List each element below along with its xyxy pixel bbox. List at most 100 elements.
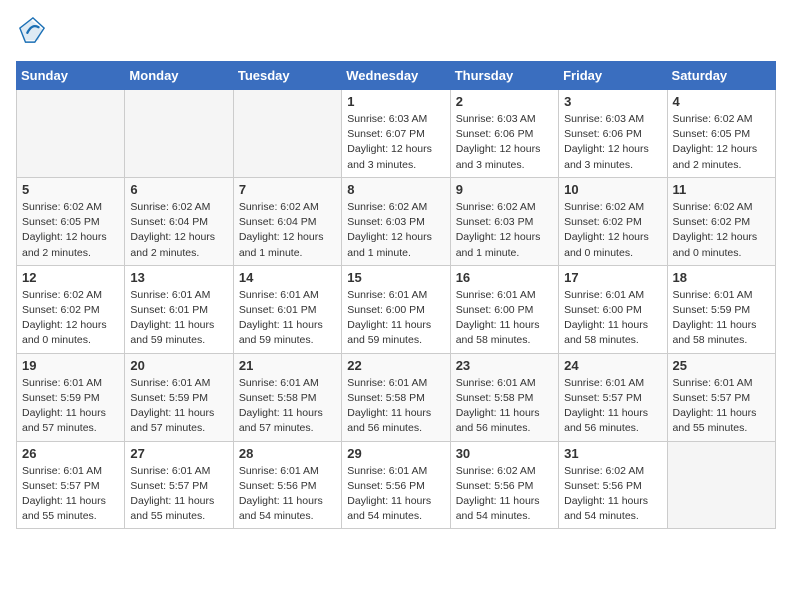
week-row-2: 5Sunrise: 6:02 AM Sunset: 6:05 PM Daylig… — [17, 177, 776, 265]
weekday-header-friday: Friday — [559, 62, 667, 90]
calendar-cell: 15Sunrise: 6:01 AM Sunset: 6:00 PM Dayli… — [342, 265, 450, 353]
day-number: 24 — [564, 358, 661, 373]
weekday-header-sunday: Sunday — [17, 62, 125, 90]
day-number: 5 — [22, 182, 119, 197]
calendar-cell: 19 Sunrise: 6:01 AM Sunset: 5:59 PM Dayli… — [17, 353, 125, 441]
calendar-cell: 17Sunrise: 6:01 AM Sunset: 6:00 PM Dayli… — [559, 265, 667, 353]
calendar-cell: 21 Sunrise: 6:01 AM Sunset: 5:58 PM Dayli… — [233, 353, 341, 441]
day-info: Sunrise: 6:02 AM Sunset: 6:03 PM Dayligh… — [456, 200, 553, 261]
day-info: Sunrise: 6:02 AM Sunset: 5:56 PM Dayligh… — [564, 464, 661, 525]
calendar-cell: 11 Sunrise: 6:02 AM Sunset: 6:02 PM Dayli… — [667, 177, 775, 265]
day-number: 12 — [22, 270, 119, 285]
day-info: Sunrise: 6:01 AM Sunset: 5:56 PM Dayligh… — [347, 464, 444, 525]
day-number: 2 — [456, 94, 553, 109]
logo-icon — [18, 16, 46, 44]
calendar-cell: 31 Sunrise: 6:02 AM Sunset: 5:56 PM Dayli… — [559, 441, 667, 529]
calendar-cell: 30 Sunrise: 6:02 AM Sunset: 5:56 PM Dayli… — [450, 441, 558, 529]
day-number: 25 — [673, 358, 770, 373]
calendar-cell: 1 Sunrise: 6:03 AM Sunset: 6:07 PM Daylig… — [342, 90, 450, 178]
calendar-cell: 5Sunrise: 6:02 AM Sunset: 6:05 PM Daylig… — [17, 177, 125, 265]
day-number: 8 — [347, 182, 444, 197]
week-row-5: 26 Sunrise: 6:01 AM Sunset: 5:57 PM Dayli… — [17, 441, 776, 529]
calendar-cell: 27 Sunrise: 6:01 AM Sunset: 5:57 PM Dayli… — [125, 441, 233, 529]
calendar-table: SundayMondayTuesdayWednesdayThursdayFrid… — [16, 61, 776, 529]
day-number: 9 — [456, 182, 553, 197]
calendar-cell: 20 Sunrise: 6:01 AM Sunset: 5:59 PM Dayli… — [125, 353, 233, 441]
calendar-cell: 24 Sunrise: 6:01 AM Sunset: 5:57 PM Dayli… — [559, 353, 667, 441]
calendar-cell: 26 Sunrise: 6:01 AM Sunset: 5:57 PM Dayli… — [17, 441, 125, 529]
day-number: 1 — [347, 94, 444, 109]
day-number: 20 — [130, 358, 227, 373]
day-info: Sunrise: 6:02 AM Sunset: 6:02 PM Dayligh… — [22, 288, 119, 349]
day-number: 22 — [347, 358, 444, 373]
day-info: Sunrise: 6:03 AM Sunset: 6:06 PM Dayligh… — [456, 112, 553, 173]
day-info: Sunrise: 6:01 AM Sunset: 5:59 PM Dayligh… — [22, 376, 119, 437]
day-number: 21 — [239, 358, 336, 373]
day-info: Sunrise: 6:01 AM Sunset: 6:00 PM Dayligh… — [456, 288, 553, 349]
calendar-cell: 25 Sunrise: 6:01 AM Sunset: 5:57 PM Dayli… — [667, 353, 775, 441]
calendar-cell: 7Sunrise: 6:02 AM Sunset: 6:04 PM Daylig… — [233, 177, 341, 265]
weekday-header-wednesday: Wednesday — [342, 62, 450, 90]
day-info: Sunrise: 6:01 AM Sunset: 5:58 PM Dayligh… — [239, 376, 336, 437]
week-row-4: 19 Sunrise: 6:01 AM Sunset: 5:59 PM Dayli… — [17, 353, 776, 441]
calendar-cell: 16Sunrise: 6:01 AM Sunset: 6:00 PM Dayli… — [450, 265, 558, 353]
day-info: Sunrise: 6:01 AM Sunset: 5:57 PM Dayligh… — [564, 376, 661, 437]
calendar-cell: 2 Sunrise: 6:03 AM Sunset: 6:06 PM Daylig… — [450, 90, 558, 178]
calendar-cell: 29Sunrise: 6:01 AM Sunset: 5:56 PM Dayli… — [342, 441, 450, 529]
day-info: Sunrise: 6:01 AM Sunset: 5:57 PM Dayligh… — [130, 464, 227, 525]
day-info: Sunrise: 6:01 AM Sunset: 5:59 PM Dayligh… — [673, 288, 770, 349]
weekday-header-thursday: Thursday — [450, 62, 558, 90]
calendar-cell: 4Sunrise: 6:02 AM Sunset: 6:05 PM Daylig… — [667, 90, 775, 178]
day-number: 28 — [239, 446, 336, 461]
day-number: 23 — [456, 358, 553, 373]
calendar-cell — [667, 441, 775, 529]
day-number: 19 — [22, 358, 119, 373]
calendar-cell: 14 Sunrise: 6:01 AM Sunset: 6:01 PM Dayli… — [233, 265, 341, 353]
day-number: 4 — [673, 94, 770, 109]
page-header — [16, 16, 776, 49]
day-number: 7 — [239, 182, 336, 197]
day-info: Sunrise: 6:03 AM Sunset: 6:07 PM Dayligh… — [347, 112, 444, 173]
day-number: 3 — [564, 94, 661, 109]
day-number: 14 — [239, 270, 336, 285]
day-number: 31 — [564, 446, 661, 461]
day-number: 13 — [130, 270, 227, 285]
day-info: Sunrise: 6:01 AM Sunset: 5:57 PM Dayligh… — [22, 464, 119, 525]
calendar-cell: 12 Sunrise: 6:02 AM Sunset: 6:02 PM Dayli… — [17, 265, 125, 353]
day-number: 15 — [347, 270, 444, 285]
calendar-cell — [17, 90, 125, 178]
day-number: 26 — [22, 446, 119, 461]
week-row-1: 1 Sunrise: 6:03 AM Sunset: 6:07 PM Daylig… — [17, 90, 776, 178]
day-info: Sunrise: 6:02 AM Sunset: 6:02 PM Dayligh… — [673, 200, 770, 261]
day-info: Sunrise: 6:01 AM Sunset: 6:00 PM Dayligh… — [564, 288, 661, 349]
calendar-cell: 6Sunrise: 6:02 AM Sunset: 6:04 PM Daylig… — [125, 177, 233, 265]
day-number: 10 — [564, 182, 661, 197]
day-info: Sunrise: 6:02 AM Sunset: 6:04 PM Dayligh… — [130, 200, 227, 261]
day-info: Sunrise: 6:02 AM Sunset: 5:56 PM Dayligh… — [456, 464, 553, 525]
calendar-cell: 13Sunrise: 6:01 AM Sunset: 6:01 PM Dayli… — [125, 265, 233, 353]
calendar-cell: 23Sunrise: 6:01 AM Sunset: 5:58 PM Dayli… — [450, 353, 558, 441]
day-number: 30 — [456, 446, 553, 461]
weekday-header-tuesday: Tuesday — [233, 62, 341, 90]
calendar-cell: 22Sunrise: 6:01 AM Sunset: 5:58 PM Dayli… — [342, 353, 450, 441]
day-number: 18 — [673, 270, 770, 285]
day-info: Sunrise: 6:01 AM Sunset: 5:59 PM Dayligh… — [130, 376, 227, 437]
weekday-header-row: SundayMondayTuesdayWednesdayThursdayFrid… — [17, 62, 776, 90]
day-info: Sunrise: 6:01 AM Sunset: 5:57 PM Dayligh… — [673, 376, 770, 437]
day-info: Sunrise: 6:03 AM Sunset: 6:06 PM Dayligh… — [564, 112, 661, 173]
weekday-header-saturday: Saturday — [667, 62, 775, 90]
weekday-header-monday: Monday — [125, 62, 233, 90]
day-number: 11 — [673, 182, 770, 197]
day-number: 27 — [130, 446, 227, 461]
week-row-3: 12 Sunrise: 6:02 AM Sunset: 6:02 PM Dayli… — [17, 265, 776, 353]
calendar-cell: 10 Sunrise: 6:02 AM Sunset: 6:02 PM Dayli… — [559, 177, 667, 265]
calendar-cell: 8 Sunrise: 6:02 AM Sunset: 6:03 PM Daylig… — [342, 177, 450, 265]
calendar-cell: 28 Sunrise: 6:01 AM Sunset: 5:56 PM Dayli… — [233, 441, 341, 529]
day-info: Sunrise: 6:01 AM Sunset: 6:01 PM Dayligh… — [239, 288, 336, 349]
calendar-cell: 3 Sunrise: 6:03 AM Sunset: 6:06 PM Daylig… — [559, 90, 667, 178]
calendar-cell — [233, 90, 341, 178]
calendar-cell — [125, 90, 233, 178]
day-info: Sunrise: 6:02 AM Sunset: 6:02 PM Dayligh… — [564, 200, 661, 261]
day-info: Sunrise: 6:01 AM Sunset: 5:56 PM Dayligh… — [239, 464, 336, 525]
day-info: Sunrise: 6:02 AM Sunset: 6:03 PM Dayligh… — [347, 200, 444, 261]
